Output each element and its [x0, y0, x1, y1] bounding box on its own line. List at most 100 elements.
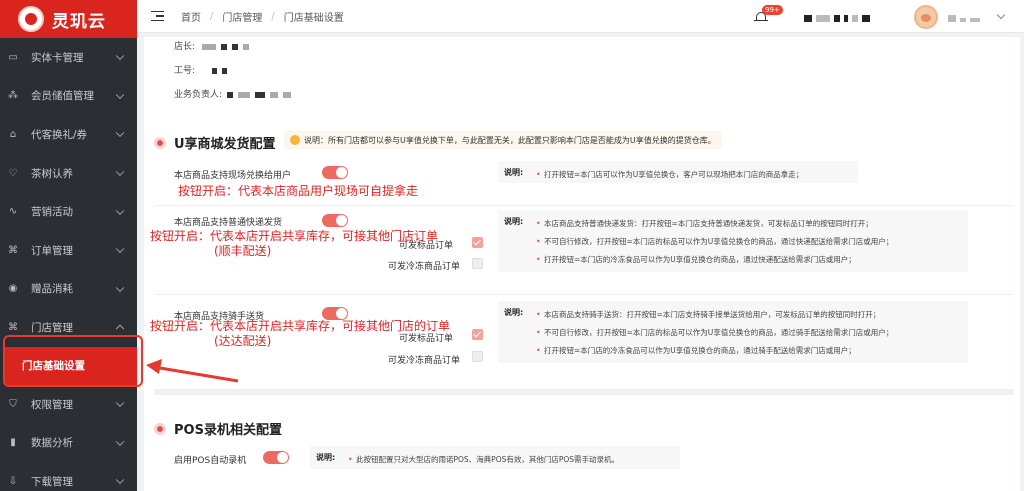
annotation-arrow-icon — [146, 359, 239, 383]
u-section-title: U享商城发货配置 — [154, 133, 276, 152]
sidebar-item-orders[interactable]: ⌘ 订单管理 — [0, 231, 137, 270]
pos-section-title: POS录机相关配置 — [154, 419, 282, 438]
section-dot-icon — [154, 136, 166, 149]
note-item: 不可自行修改，打开按钮=本门店的标品可以作为U享值兑换仓的商品，通过快递配送给需… — [536, 233, 960, 251]
express-toggle[interactable] — [322, 214, 348, 227]
logo[interactable]: 灵玑云 — [0, 0, 137, 38]
pickup-toggle[interactable] — [322, 166, 348, 179]
employee-no-row: 工号: — [174, 63, 232, 76]
sidebar-item-permissions[interactable]: ⛉ 权限管理 — [0, 385, 137, 424]
chevron-down-icon — [115, 51, 125, 61]
sidebar-nav: ▭ 实体卡管理 ⁂ 会员储值管理 ⌂ 代客换礼/券 ♡ 茶树认养 ∿ 营销活动 ⌘ 订单管理… — [0, 38, 137, 491]
annotation-rider: 按钮开启：代表本店开启共享库存，可接其他门店的订单 (达达配送) — [150, 319, 451, 348]
pickup-note: 说明: 打开按钮=本门店可以作为U享值兑换仓，客户可以现场把本门店的商品拿走； — [498, 161, 858, 184]
warning-icon — [290, 135, 300, 145]
rider-standard-checkbox[interactable] — [472, 329, 483, 340]
annotation-express: 按钮开启：代表本店开启共享库存，可接其他门店订单 (顺丰配送) — [150, 229, 439, 258]
top-header: 首页 / 门店管理 / 门店基础设置 99+ — [137, 0, 1024, 33]
rider-cb2-label: 可发冷冻商品订单 — [388, 356, 461, 366]
express-frozen-checkbox[interactable] — [472, 258, 483, 269]
chevron-down-icon — [115, 129, 125, 138]
download-icon: ⇩ — [8, 475, 18, 487]
chevron-down-icon — [115, 244, 125, 254]
menu-fold-icon[interactable] — [151, 10, 164, 22]
pos-toggle[interactable] — [263, 451, 289, 464]
bell-icon[interactable]: 99+ — [754, 4, 783, 24]
grid-icon: ⌘ — [8, 321, 18, 333]
manager-row: 店长: — [174, 39, 254, 52]
sidebar-item-label: 下载管理 — [31, 475, 73, 488]
gift-icon: ⌂ — [9, 128, 17, 140]
members-icon: ⁂ — [8, 90, 18, 102]
activity-icon: ∿ — [8, 206, 18, 218]
business-owner-label: 业务负责人: — [174, 90, 223, 100]
highlight-box — [3, 335, 143, 387]
logo-badge-icon — [18, 6, 44, 32]
heart-icon: ♡ — [8, 167, 18, 179]
chevron-down-icon — [115, 206, 125, 215]
note-item: 不可自行修改，打开按钮=本门店的标品可以作为U享值兑换仓的商品，通过骑手配送给需… — [536, 324, 960, 342]
chevron-down-icon — [115, 437, 125, 446]
note-item: 打开按钮=本门店的冷冻食品可以作为U享值兑换仓的商品，通过快递配送给需求门店或用… — [536, 251, 960, 269]
sidebar-item-label: 订单管理 — [31, 244, 73, 257]
sidebar-item-label: 营销活动 — [31, 206, 73, 219]
sidebar-item-label: 实体卡管理 — [31, 51, 84, 64]
grid-icon: ⌘ — [8, 244, 18, 256]
note-item: 打开按钮=本门店可以作为U享值兑换仓，客户可以现场把本门店的商品拿走； — [536, 166, 850, 184]
chevron-down-icon — [115, 90, 125, 99]
sidebar-item-gift[interactable]: ⌂ 代客换礼/券 — [0, 115, 137, 154]
sidebar-item-label: 权限管理 — [31, 398, 73, 411]
section-dot-icon — [154, 422, 166, 435]
breadcrumb-current: 门店基础设置 — [283, 12, 344, 24]
section-spacer — [154, 389, 1014, 395]
app-root: 灵玑云 ▭ 实体卡管理 ⁂ 会员储值管理 ⌂ 代客换礼/券 ♡ 茶树认养 ∿ 营销活动 ⌘… — [0, 0, 1024, 491]
box-icon: ◉ — [8, 283, 18, 295]
store-name-masked — [804, 7, 874, 26]
sidebar-item-members[interactable]: ⁂ 会员储值管理 — [0, 77, 137, 116]
pos-label: 启用POS自动录机 — [174, 456, 247, 466]
shield-icon: ⛉ — [9, 398, 17, 410]
pickup-label: 本店商品支持现场兑换给用户 — [174, 171, 292, 181]
express-standard-checkbox[interactable] — [472, 237, 483, 248]
sidebar-item-marketing[interactable]: ∿ 营销活动 — [0, 192, 137, 231]
divider — [154, 205, 1014, 206]
chevron-down-icon — [115, 167, 125, 177]
sidebar-item-label: 数据分析 — [31, 437, 73, 450]
chevron-up-icon — [115, 325, 125, 334]
main-content: 店长: 工号: 业务负责人: U享商城发货配置 说明：所有门店都可以参与U享值兑… — [144, 37, 1020, 491]
note-item: 此按钮配置只对大型店的雨诺POS、海典POS有效，其他门店POS需手动录机。 — [348, 451, 672, 469]
sidebar-item-label: 门店管理 — [31, 321, 73, 334]
sidebar-item-analytics[interactable]: ▮ 数据分析 — [0, 423, 137, 462]
express-note: 说明: 本店商品支持普通快递发货：打开按钮=本门店支持普通快递发货，可发标品订单… — [498, 210, 968, 272]
breadcrumb: 首页 / 门店管理 / 门店基础设置 — [181, 9, 344, 24]
sidebar-item-label: 会员储值管理 — [31, 90, 94, 103]
avatar[interactable] — [914, 4, 938, 29]
sidebar-item-label: 代客换礼/券 — [31, 128, 88, 141]
sidebar-item-card[interactable]: ▭ 实体卡管理 — [0, 38, 137, 77]
express-label: 本店商品支持普通快递发货 — [174, 218, 283, 228]
user-name-masked — [948, 7, 984, 26]
card-icon: ▭ — [8, 51, 18, 63]
chevron-down-icon — [115, 475, 125, 485]
header-right: 99+ — [754, 0, 1006, 33]
sidebar: 灵玑云 ▭ 实体卡管理 ⁂ 会员储值管理 ⌂ 代客换礼/券 ♡ 茶树认养 ∿ 营销活动 ⌘… — [0, 0, 137, 491]
business-owner-row: 业务负责人: — [174, 87, 296, 100]
chevron-down-icon[interactable] — [996, 10, 1006, 19]
rider-frozen-checkbox[interactable] — [472, 351, 483, 362]
breadcrumb-store-management[interactable]: 门店管理 — [222, 9, 262, 24]
sidebar-item-downloads[interactable]: ⇩ 下载管理 — [0, 462, 137, 491]
sidebar-item-gifts-consume[interactable]: ◉ 赠品消耗 — [0, 270, 137, 309]
divider — [154, 294, 1014, 295]
u-section-notice: 说明：所有门店都可以参与U享值兑换下单，与此配置无关，此配置只影响本门店是否能成… — [284, 131, 722, 149]
note-item: 打开按钮=本门店的冷冻食品可以作为U享值兑换仓的商品，通过骑手配送给需求门店或用… — [536, 342, 960, 360]
rider-note: 说明: 本店商品支持骑手送货：打开按钮=本门店支持骑手接单送货给用户，可发标品订… — [498, 301, 968, 363]
breadcrumb-home[interactable]: 首页 — [181, 9, 201, 24]
sidebar-item-label: 茶树认养 — [31, 167, 73, 180]
notification-badge: 99+ — [762, 4, 783, 15]
employee-no-label: 工号: — [174, 66, 196, 76]
note-item: 本店商品支持骑手送货：打开按钮=本门店支持骑手接单送货给用户，可发标品订单的按钮… — [536, 306, 960, 324]
chevron-down-icon — [115, 283, 125, 292]
pos-note: 说明: 此按钮配置只对大型店的雨诺POS、海典POS有效，其他门店POS需手动录… — [310, 446, 680, 469]
sidebar-item-tea[interactable]: ♡ 茶树认养 — [0, 154, 137, 193]
chart-icon: ▮ — [10, 437, 16, 449]
